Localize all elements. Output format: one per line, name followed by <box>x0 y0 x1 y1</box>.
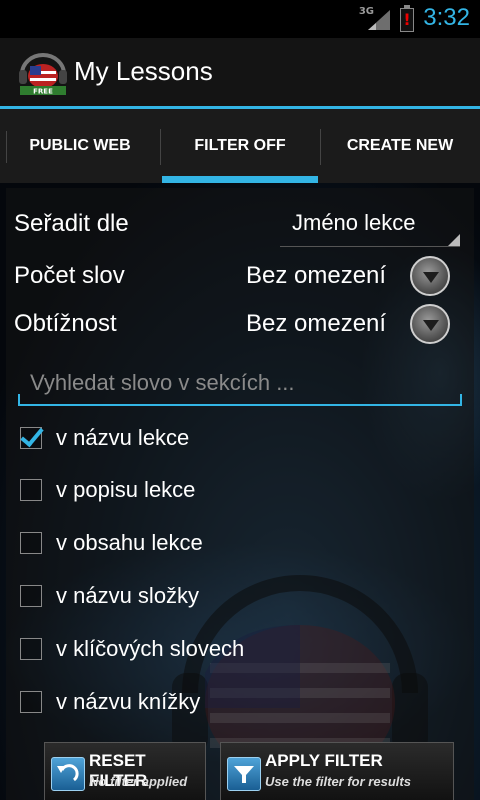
reset-filter-subtitle: No filter applied <box>89 774 188 789</box>
checkbox[interactable] <box>20 585 42 607</box>
option-lesson-content[interactable]: v obsahu lekce <box>20 523 203 563</box>
word-count-dropdown-button[interactable] <box>410 256 450 296</box>
action-bar: FREE My Lessons <box>0 38 480 109</box>
app-logo-icon[interactable]: FREE <box>18 52 68 96</box>
tab-label: CREATE NEW <box>346 137 454 154</box>
option-keywords[interactable]: v klíčových slovech <box>20 629 244 669</box>
option-lesson-name[interactable]: v názvu lekce <box>20 418 189 458</box>
undo-icon <box>51 757 85 791</box>
word-count-label: Počet slov <box>14 262 125 289</box>
checkbox[interactable] <box>20 691 42 713</box>
checkbox-checked[interactable] <box>20 427 42 449</box>
apply-filter-subtitle: Use the filter for results <box>265 774 411 789</box>
option-label: v názvu knížky <box>56 689 201 714</box>
clock: 3:32 <box>423 4 470 31</box>
apply-filter-title: APPLY FILTER <box>265 751 383 770</box>
option-label: v názvu složky <box>56 583 200 608</box>
tab-bar: PUBLIC WEB FILTER OFF CREATE NEW <box>0 109 480 183</box>
free-badge: FREE <box>33 88 53 96</box>
option-label: v názvu lekce <box>56 425 190 450</box>
option-book-name[interactable]: v názvu knížky <box>20 682 200 722</box>
sort-value: Jméno lekce <box>292 210 416 235</box>
search-field[interactable] <box>18 362 462 406</box>
option-label: v popisu lekce <box>56 477 196 502</box>
difficulty-value: Bez omezení <box>246 310 387 337</box>
tab-label: FILTER OFF <box>194 137 286 154</box>
battery-icon: ! <box>400 5 414 32</box>
apply-filter-button[interactable]: APPLY FILTER Use the filter for results <box>220 742 454 800</box>
signal-icon <box>368 10 390 30</box>
tab-filter-off[interactable]: FILTER OFF <box>160 109 320 183</box>
checkbox[interactable] <box>20 638 42 660</box>
option-label: v klíčových slovech <box>56 636 245 661</box>
word-count-value: Bez omezení <box>246 262 387 289</box>
difficulty-label: Obtížnost <box>14 310 117 337</box>
tab-create-new[interactable]: CREATE NEW <box>320 109 480 183</box>
filter-icon <box>227 757 261 791</box>
dropdown-indicator-icon <box>448 234 460 246</box>
option-label: v obsahu lekce <box>56 530 203 555</box>
search-input[interactable] <box>18 362 462 404</box>
option-folder-name[interactable]: v názvu složky <box>20 576 199 616</box>
difficulty-dropdown-button[interactable] <box>410 304 450 344</box>
tab-public-web[interactable]: PUBLIC WEB <box>0 109 160 183</box>
reset-filter-button[interactable]: RESET FILTER No filter applied <box>44 742 206 800</box>
checkbox[interactable] <box>20 479 42 501</box>
checkbox[interactable] <box>20 532 42 554</box>
sort-dropdown[interactable]: Jméno lekce <box>280 202 460 247</box>
sort-label: Seřadit dle <box>14 210 129 237</box>
page-title: My Lessons <box>74 56 213 86</box>
tab-label: PUBLIC WEB <box>29 137 131 154</box>
status-bar: 3G ! 3:32 <box>0 0 480 38</box>
option-lesson-description[interactable]: v popisu lekce <box>20 470 195 510</box>
